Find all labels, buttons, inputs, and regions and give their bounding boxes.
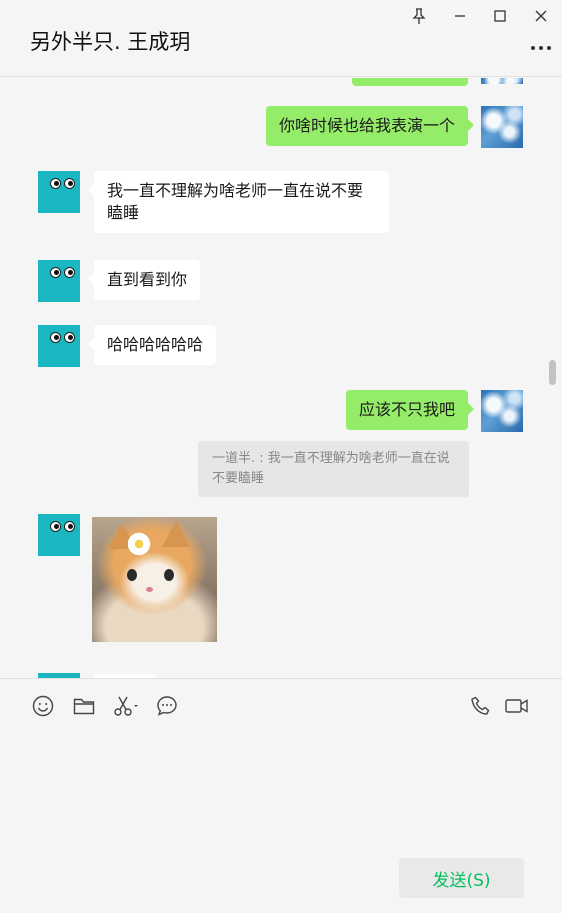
self-avatar[interactable] bbox=[481, 390, 523, 432]
message-bubble-received[interactable]: 哈哈哈哈哈哈 bbox=[87, 325, 217, 365]
message-input[interactable] bbox=[20, 730, 542, 848]
cat-sticker-image[interactable] bbox=[92, 517, 217, 642]
contact-avatar[interactable] bbox=[38, 171, 80, 213]
pin-icon[interactable] bbox=[409, 6, 429, 26]
message-bubble-sent[interactable]: 你啥时候也给我表演一个 bbox=[265, 106, 475, 146]
avatar-eye-left bbox=[50, 178, 61, 189]
partial-message-bubble[interactable] bbox=[352, 78, 468, 86]
video-call-icon[interactable] bbox=[504, 694, 530, 718]
close-icon[interactable] bbox=[531, 6, 551, 26]
chat-header: 另外半只. 王成玥 bbox=[0, 0, 562, 77]
avatar-eye-right bbox=[64, 521, 75, 532]
input-divider bbox=[0, 678, 562, 679]
folder-icon[interactable] bbox=[72, 694, 96, 718]
voice-call-icon[interactable] bbox=[469, 694, 493, 718]
message-bubble-sent[interactable]: 应该不只我吧 bbox=[345, 390, 475, 430]
cat-nose bbox=[146, 587, 153, 592]
quoted-message[interactable]: 一道半. : 我一直不理解为啥老师一直在说不要瞌睡 bbox=[198, 441, 469, 497]
message-text: 我一直不理解为啥老师一直在说不要瞌睡 bbox=[107, 181, 364, 222]
self-avatar[interactable] bbox=[481, 106, 523, 148]
message-text: 应该不只我吧 bbox=[358, 400, 455, 419]
message-text: 直到看到你 bbox=[107, 270, 188, 289]
minimize-icon[interactable] bbox=[450, 6, 470, 26]
avatar-eye-right bbox=[64, 267, 75, 278]
self-avatar-partial[interactable] bbox=[481, 78, 523, 84]
chat-message-list[interactable]: 你啥时候也给我表演一个 我一直不理解为啥老师一直在说不要瞌睡 直到看到你 哈哈哈… bbox=[0, 78, 562, 678]
avatar-eye-right bbox=[64, 178, 75, 189]
avatar-eye-left bbox=[50, 521, 61, 532]
message-bubble-received[interactable]: 我一直不理解为啥老师一直在说不要瞌睡 bbox=[88, 171, 389, 233]
contact-avatar[interactable] bbox=[38, 260, 80, 302]
chat-scrollbar[interactable] bbox=[549, 360, 556, 385]
emoji-icon[interactable] bbox=[31, 694, 55, 718]
message-bubble-received[interactable]: 直到看到你 bbox=[87, 260, 201, 300]
chat-history-icon[interactable] bbox=[155, 694, 179, 718]
screenshot-scissors-icon[interactable] bbox=[112, 694, 140, 718]
send-button[interactable]: 发送(S) bbox=[399, 858, 524, 898]
cat-eye-left bbox=[127, 569, 137, 581]
contact-avatar[interactable] bbox=[38, 514, 80, 556]
avatar-eye-left bbox=[50, 332, 61, 343]
message-text: 你啥时候也给我表演一个 bbox=[278, 116, 455, 135]
avatar-eye-right bbox=[64, 332, 75, 343]
cat-ear-right bbox=[162, 521, 190, 547]
maximize-icon[interactable] bbox=[490, 6, 510, 26]
cat-eye-right bbox=[164, 569, 174, 581]
message-text: 哈哈哈哈哈哈 bbox=[107, 335, 204, 354]
quoted-text: 一道半. : 我一直不理解为啥老师一直在说不要瞌睡 bbox=[212, 451, 450, 486]
contact-avatar[interactable] bbox=[38, 325, 80, 367]
flower-decoration bbox=[126, 531, 152, 557]
avatar-eye-left bbox=[50, 267, 61, 278]
chat-title: 另外半只. 王成玥 bbox=[30, 30, 191, 54]
more-options-icon[interactable] bbox=[530, 40, 552, 56]
